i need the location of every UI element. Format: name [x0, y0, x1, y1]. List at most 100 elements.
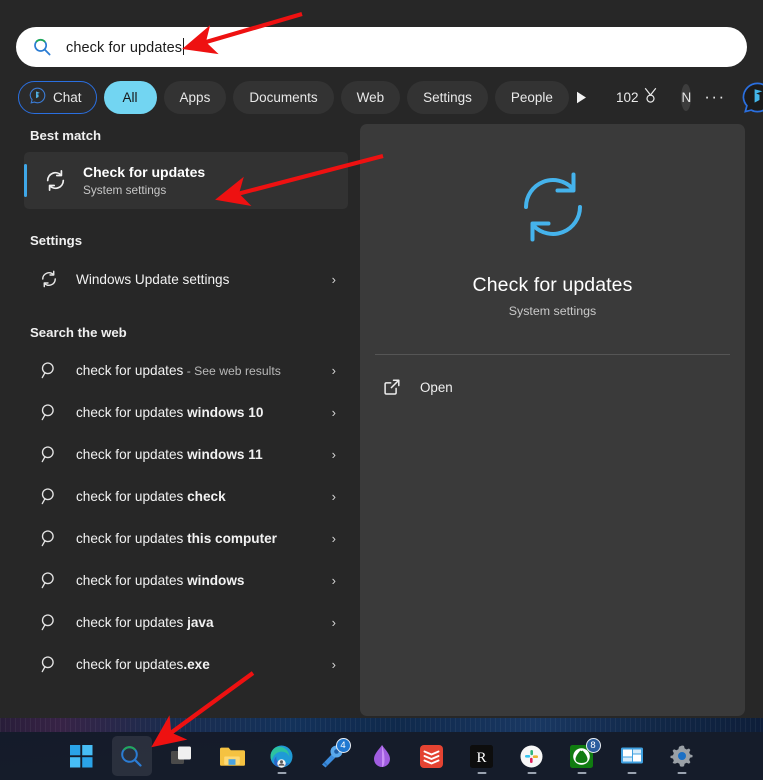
preview-panel: Check for updates System settings Open	[360, 124, 745, 716]
best-match-subtitle: System settings	[83, 182, 205, 198]
preview-divider	[375, 354, 730, 355]
filter-tab-people[interactable]: People	[495, 81, 569, 114]
taskbar-item-xbox[interactable]: 8	[562, 736, 602, 776]
filter-chat-button[interactable]: Chat	[18, 81, 97, 114]
list-item-label: Windows Update settings	[76, 272, 320, 287]
preview-open-action[interactable]: Open	[370, 367, 735, 407]
web-suggestion-item[interactable]: check for updates this computer›	[24, 517, 348, 559]
bing-chat-icon	[29, 87, 46, 107]
chevron-right-icon[interactable]: ›	[320, 489, 336, 504]
search-icon	[38, 611, 60, 633]
taskbar-item-file-explorer[interactable]	[212, 736, 252, 776]
refresh-updates-icon	[38, 268, 60, 290]
search-icon	[38, 443, 60, 465]
refresh-updates-icon-large	[514, 168, 592, 246]
account-avatar[interactable]: N	[681, 84, 691, 111]
taskbar-running-indicator	[527, 772, 536, 775]
preview-subtitle: System settings	[360, 304, 745, 318]
taskbar-item-microsoft-edge[interactable]	[262, 736, 302, 776]
rewards-medal-icon	[643, 87, 658, 107]
text-caret	[183, 38, 184, 55]
chevron-right-icon[interactable]: ›	[320, 405, 336, 420]
bing-chat-button[interactable]	[741, 81, 763, 114]
web-suggestion-label: check for updates windows 10	[76, 405, 320, 420]
filter-pill-bar: Chat All Apps Documents Web Settings Peo…	[18, 78, 745, 116]
web-suggestion-label: check for updates.exe	[76, 657, 320, 672]
search-the-web-heading: Search the web	[0, 301, 358, 349]
search-icon	[38, 359, 60, 381]
taskbar-item-settings[interactable]	[662, 736, 702, 776]
preview-title: Check for updates	[360, 274, 745, 297]
filter-tab-documents[interactable]: Documents	[233, 81, 333, 114]
taskbar-running-indicator	[277, 772, 286, 775]
taskbar-badge-count: 8	[586, 738, 601, 753]
taskbar-item-slack[interactable]	[512, 736, 552, 776]
chevron-right-icon[interactable]: ›	[320, 657, 336, 672]
search-icon	[38, 485, 60, 507]
open-external-icon	[382, 377, 402, 397]
taskbar-badge-count: 4	[336, 738, 351, 753]
taskbar-item-gem-app[interactable]	[362, 736, 402, 776]
chevron-right-icon[interactable]: ›	[320, 573, 336, 588]
web-suggestion-item[interactable]: check for updates - See web results›	[24, 349, 348, 391]
search-flyout-panel: check for updates Chat All Apps Document…	[0, 0, 763, 718]
taskbar-item-remote-desktop[interactable]	[612, 736, 652, 776]
chevron-right-icon[interactable]: ›	[320, 272, 336, 287]
taskbar-running-indicator	[677, 772, 686, 775]
taskbar-item-search[interactable]	[112, 736, 152, 776]
filter-tab-apps[interactable]: Apps	[164, 81, 227, 114]
chevron-right-icon[interactable]: ›	[320, 447, 336, 462]
search-input[interactable]: check for updates	[16, 27, 747, 67]
play-arrow-icon[interactable]	[576, 81, 587, 114]
best-match-heading: Best match	[0, 128, 358, 152]
web-suggestion-item[interactable]: check for updates windows 11›	[24, 433, 348, 475]
windows-search-screen: check for updates Chat All Apps Document…	[0, 0, 763, 780]
web-suggestion-item[interactable]: check for updates windows 10›	[24, 391, 348, 433]
taskbar-item-key-app[interactable]: 4	[312, 736, 352, 776]
web-suggestion-item[interactable]: check for updates windows›	[24, 559, 348, 601]
web-suggestion-label: check for updates check	[76, 489, 320, 504]
search-input-value: check for updates	[66, 38, 184, 56]
settings-heading: Settings	[0, 209, 358, 257]
taskbar-item-task-view[interactable]	[162, 736, 202, 776]
results-column: Best match Check for updates System sett…	[0, 128, 358, 685]
taskbar-item-todoist[interactable]	[412, 736, 452, 776]
web-suggestion-label: check for updates windows	[76, 573, 320, 588]
svg-text:R: R	[476, 750, 486, 766]
web-suggestion-item[interactable]: check for updates java›	[24, 601, 348, 643]
web-suggestion-label: check for updates windows 11	[76, 447, 320, 462]
chevron-right-icon[interactable]: ›	[320, 363, 336, 378]
search-icon	[38, 401, 60, 423]
chevron-right-icon[interactable]: ›	[320, 615, 336, 630]
bing-search-icon	[32, 37, 52, 57]
filter-chat-label: Chat	[53, 90, 82, 105]
taskbar-item-start[interactable]	[62, 736, 102, 776]
refresh-updates-icon	[42, 168, 68, 194]
filter-tab-settings[interactable]: Settings	[407, 81, 488, 114]
web-suggestions-list: check for updates - See web results›chec…	[0, 349, 358, 685]
overflow-menu-button[interactable]: ···	[704, 82, 725, 112]
search-icon	[38, 653, 60, 675]
best-match-title: Check for updates	[83, 164, 205, 181]
preview-open-label: Open	[420, 380, 453, 395]
web-suggestion-label: check for updates - See web results	[76, 363, 320, 378]
rewards-count: 102	[616, 90, 639, 105]
taskbar-running-indicator	[477, 772, 486, 775]
best-match-text: Check for updates System settings	[83, 164, 205, 198]
taskbar-running-indicator	[577, 772, 586, 775]
web-suggestion-item[interactable]: check for updates.exe›	[24, 643, 348, 685]
filter-tab-all[interactable]: All	[104, 81, 157, 114]
web-suggestion-item[interactable]: check for updates check›	[24, 475, 348, 517]
rewards-indicator[interactable]: 102	[616, 87, 659, 107]
chevron-right-icon[interactable]: ›	[320, 531, 336, 546]
taskbar-running-indicator	[627, 772, 636, 775]
web-suggestion-label: check for updates this computer	[76, 531, 320, 546]
filter-tab-web[interactable]: Web	[341, 81, 401, 114]
best-match-item[interactable]: Check for updates System settings	[24, 152, 348, 209]
web-suggestion-label: check for updates java	[76, 615, 320, 630]
taskbar-item-rider[interactable]: R	[462, 736, 502, 776]
search-icon	[38, 527, 60, 549]
taskbar: 4 R	[0, 732, 763, 780]
search-icon	[38, 569, 60, 591]
list-item-windows-update-settings[interactable]: Windows Update settings ›	[24, 257, 348, 301]
